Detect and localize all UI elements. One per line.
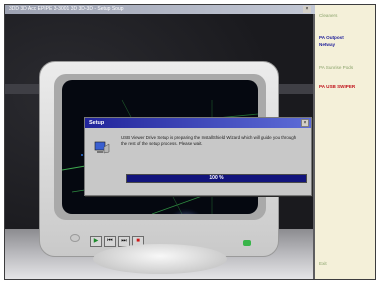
window-title-bar: 3DD 3D Acc EPIPE 3-3001 3D 3D-3D - Setup…	[5, 5, 315, 14]
sidebar-item-cleaners[interactable]: Cleaners	[319, 13, 337, 18]
window-close-button[interactable]: ×	[303, 6, 311, 13]
sidebar-item-pa-usb-swiper[interactable]: PA USB SWIPER	[319, 84, 355, 89]
progress-label: 100 %	[209, 175, 224, 181]
setup-window: 3DD 3D Acc EPIPE 3-3001 3D 3D-3D - Setup…	[4, 4, 376, 280]
computer-setup-icon	[94, 141, 110, 154]
sidebar-item-pa-outpost[interactable]: PA Outpost	[319, 35, 344, 40]
monitor-stand	[93, 244, 227, 274]
sidebar-item-netway[interactable]: Netway	[319, 42, 335, 47]
exit-link[interactable]: Exit	[319, 261, 327, 266]
dialog-message: USB Viewer Drive Setup is preparing the …	[121, 135, 297, 146]
window-title: 3DD 3D Acc EPIPE 3-3001 3D 3D-3D - Setup…	[9, 6, 124, 12]
background-scene: ▶ ⏮ ⏭ ■ Setup × USB Viewer Drive Setup i…	[5, 14, 313, 279]
dialog-close-button[interactable]: ×	[301, 119, 309, 127]
setup-dialog: Setup × USB Viewer Drive Setup is prepar…	[84, 117, 312, 196]
power-led-icon	[243, 240, 251, 246]
sidebar-item-pa-sunrise-pods[interactable]: PA Sunrise Pods	[319, 65, 353, 70]
monitor-logo	[70, 234, 80, 242]
play-icon[interactable]: ▶	[90, 236, 102, 247]
dialog-title: Setup	[85, 118, 311, 128]
progress-bar: 100 %	[126, 174, 307, 183]
prev-icon[interactable]: ⏮	[104, 236, 116, 247]
sidebar-menu: Cleaners PA Outpost Netway PA Sunrise Po…	[315, 5, 375, 279]
